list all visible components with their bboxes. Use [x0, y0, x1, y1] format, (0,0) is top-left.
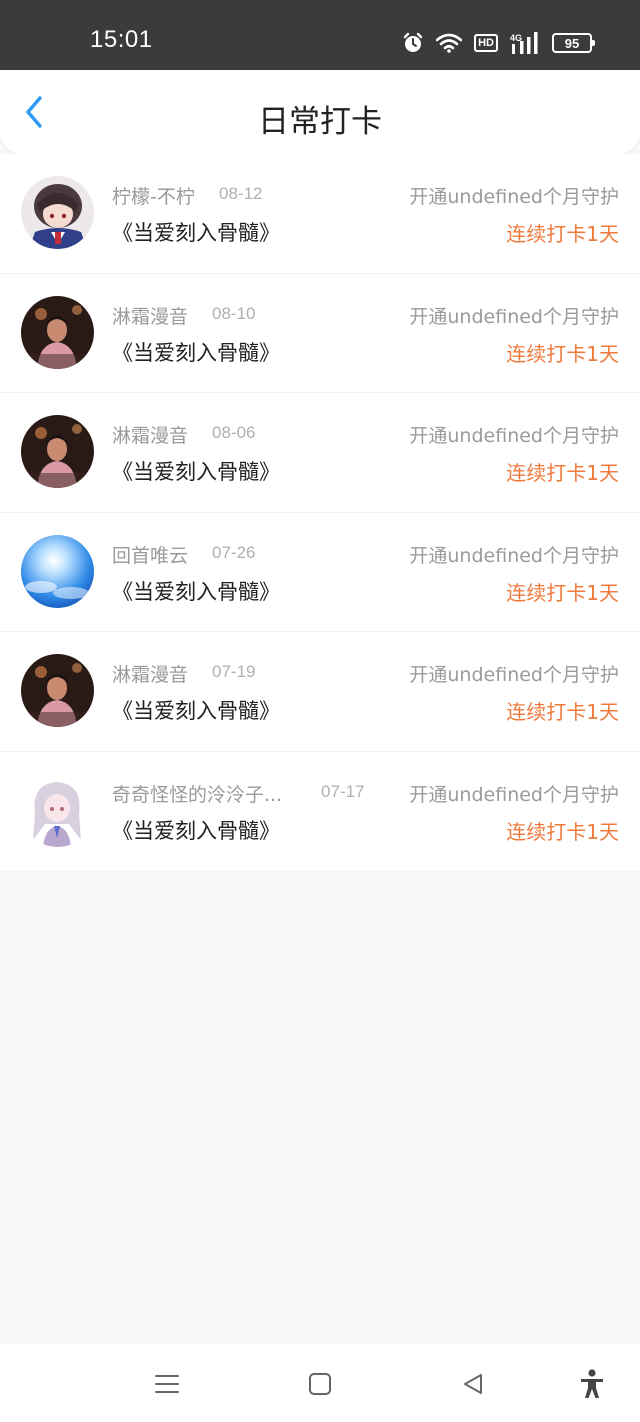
list-item[interactable]: 回首唯云 07-26 《当爱刻入骨髓》 开通undefined个月守护 连续打卡… [0, 513, 640, 632]
song-title: 《当爱刻入骨髓》 [112, 460, 280, 484]
status-icons: HD 4G 95 [402, 30, 595, 56]
status-time: 15:01 [90, 26, 153, 53]
home-button[interactable] [302, 1366, 338, 1402]
streak-count: 连续打卡1天 [506, 461, 619, 485]
avatar[interactable] [21, 415, 94, 488]
song-title: 《当爱刻入骨髓》 [112, 221, 280, 245]
song-title: 《当爱刻入骨髓》 [112, 818, 280, 843]
back-triangle-icon [464, 1374, 482, 1394]
alarm-icon [402, 32, 424, 54]
list-item[interactable]: 奇奇怪怪的泠泠子... 07-17 《当爱刻入骨髓》 开通undefined个月… [0, 752, 640, 872]
streak-count: 连续打卡1天 [506, 819, 619, 844]
user-name: 奇奇怪怪的泠泠子... [112, 783, 283, 806]
avatar[interactable] [21, 176, 94, 249]
header: 日常打卡 [0, 70, 640, 154]
song-title: 《当爱刻入骨髓》 [112, 340, 280, 365]
streak-count: 连续打卡1天 [506, 700, 619, 724]
checkin-date: 07-19 [212, 662, 256, 681]
checkin-date: 08-06 [212, 423, 256, 442]
guard-status: 开通undefined个月守护 [409, 664, 619, 686]
page-title: 日常打卡 [258, 104, 382, 140]
checkin-date: 08-12 [219, 184, 263, 203]
checkin-date: 07-26 [212, 542, 256, 562]
guard-status: 开通undefined个月守护 [409, 425, 619, 447]
checkin-date: 07-17 [321, 781, 365, 801]
user-name: 淋霜漫音 [112, 305, 189, 328]
checkin-date: 08-10 [212, 303, 256, 323]
menu-icon [155, 1375, 179, 1393]
home-square-icon [309, 1373, 331, 1395]
status-bar: 15:01 HD 4G 95 [0, 0, 640, 70]
user-name: 淋霜漫音 [112, 425, 189, 447]
user-name: 柠檬-不柠 [112, 186, 195, 208]
song-title: 《当爱刻入骨髓》 [112, 699, 280, 723]
battery-icon: 95 [552, 33, 595, 53]
accessibility-button[interactable] [574, 1366, 610, 1402]
list-item[interactable]: 柠檬-不柠 08-12 《当爱刻入骨髓》 开通undefined个月守护 连续打… [0, 154, 640, 274]
list-item[interactable]: 淋霜漫音 08-10 《当爱刻入骨髓》 开通undefined个月守护 连续打卡… [0, 274, 640, 393]
wifi-icon [436, 33, 463, 53]
streak-count: 连续打卡1天 [506, 341, 619, 366]
hd-icon: HD [474, 34, 498, 52]
checkin-list: 柠檬-不柠 08-12 《当爱刻入骨髓》 开通undefined个月守护 连续打… [0, 154, 640, 871]
avatar[interactable] [21, 654, 94, 727]
signal-icon: 4G [510, 32, 540, 54]
accessibility-icon [581, 1369, 603, 1398]
list-item[interactable]: 淋霜漫音 08-06 《当爱刻入骨髓》 开通undefined个月守护 连续打卡… [0, 393, 640, 513]
streak-count: 连续打卡1天 [506, 580, 619, 605]
battery-level: 95 [564, 35, 580, 51]
menu-button[interactable] [149, 1366, 185, 1402]
avatar[interactable] [21, 295, 94, 369]
guard-status: 开通undefined个月守护 [409, 783, 619, 806]
avatar[interactable] [21, 773, 94, 847]
back-nav-button[interactable] [455, 1366, 491, 1402]
song-title: 《当爱刻入骨髓》 [112, 579, 280, 604]
user-name: 淋霜漫音 [112, 664, 189, 686]
system-nav-bar [0, 1344, 640, 1422]
streak-count: 连续打卡1天 [506, 222, 619, 246]
list-item[interactable]: 淋霜漫音 07-19 《当爱刻入骨髓》 开通undefined个月守护 连续打卡… [0, 632, 640, 752]
guard-status: 开通undefined个月守护 [409, 305, 619, 328]
guard-status: 开通undefined个月守护 [409, 186, 619, 208]
guard-status: 开通undefined个月守护 [409, 544, 619, 567]
user-name: 回首唯云 [112, 544, 189, 567]
avatar[interactable] [21, 534, 94, 608]
